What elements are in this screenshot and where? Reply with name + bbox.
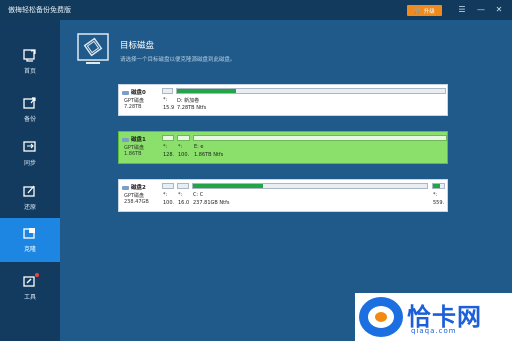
disk-size: 238.47GB [124, 199, 149, 205]
partition[interactable]: *: 128. [162, 134, 174, 161]
logo-dot [375, 312, 387, 322]
partition-detail: 128. [163, 152, 175, 158]
page-subtitle: 请选择一个目标磁盘以便克隆源磁盘到此磁盘。 [120, 57, 236, 63]
clone-icon [23, 228, 35, 239]
partition-detail: 559. [433, 200, 445, 206]
partition[interactable]: C: C 237.81GB Ntfs [192, 182, 428, 209]
disk-type: GPT磁盘 [124, 193, 144, 199]
usage-bar [176, 88, 446, 94]
disk-size: 7.28TB [124, 104, 142, 110]
partition-label: *: [163, 97, 168, 103]
disk-card-0[interactable]: 磁盘0 GPT磁盘 7.28TB *: 15.9 D: 新加卷 7.28TB N… [118, 84, 448, 116]
partition-detail: 237.81GB Ntfs [193, 200, 230, 206]
sidebar-item-backup[interactable]: 备份 [0, 88, 60, 132]
restore-icon [23, 185, 35, 197]
disk-icon [122, 137, 129, 142]
partition[interactable]: E: e 1.86TB Ntfs [193, 134, 447, 161]
partition-label: *: [163, 144, 168, 150]
backup-icon [23, 97, 36, 109]
cart-icon: 🛒 [414, 6, 422, 14]
partition-label: *: [163, 192, 168, 198]
partition-label: *: [433, 192, 438, 198]
minimize-icon[interactable]: — [475, 4, 487, 16]
close-icon[interactable]: ✕ [493, 4, 505, 16]
usage-bar [162, 183, 174, 189]
partition-label: C: C [193, 192, 204, 198]
disk-type: GPT磁盘 [124, 145, 144, 151]
target-disk-icon [77, 33, 109, 64]
menu-icon[interactable]: ☰ [456, 4, 468, 16]
disk-size: 1.86TB [124, 151, 142, 157]
partition[interactable]: *: 100. [162, 182, 174, 209]
usage-bar [432, 183, 445, 189]
partition-detail: 16.0 [178, 200, 190, 206]
disk-icon [122, 185, 129, 190]
watermark-url: qiaqa.com [411, 327, 457, 335]
partition-detail: 100. [163, 200, 175, 206]
partition-detail: 100. [178, 152, 190, 158]
sidebar-item-tools[interactable]: 工具 [0, 266, 60, 310]
app-title: 傲梅轻松备份免费版 [8, 6, 71, 14]
partition[interactable]: *: 100. [177, 134, 190, 161]
home-icon [23, 49, 36, 62]
upgrade-label: 升级 [423, 8, 435, 15]
partition[interactable]: D: 新加卷 7.28TB Ntfs [176, 87, 461, 114]
usage-bar [193, 135, 447, 141]
disk-icon [122, 90, 129, 95]
disk-info: 磁盘2 GPT磁盘 238.47GB [122, 182, 160, 209]
sidebar-item-clone[interactable]: 克隆 [0, 218, 60, 262]
usage-bar [177, 183, 189, 189]
disk-name: 磁盘2 [122, 183, 146, 191]
title-bar: 傲梅轻松备份免费版 🛒 升级 ☰ — ✕ [0, 0, 512, 20]
disk-info: 磁盘1 GPT磁盘 1.86TB [122, 134, 160, 161]
sidebar-item-label: 备份 [23, 116, 36, 123]
disk-card-2[interactable]: 磁盘2 GPT磁盘 238.47GB *: 100. *: 16.0 C: C … [118, 179, 448, 212]
partition[interactable]: *: 559. [432, 182, 445, 209]
sidebar-item-label: 首页 [23, 68, 36, 75]
upgrade-button[interactable]: 🛒 升级 [407, 5, 442, 16]
usage-bar [192, 183, 428, 189]
sidebar-item-label: 同步 [23, 160, 36, 167]
disk-info: 磁盘0 GPT磁盘 7.28TB [122, 87, 160, 114]
usage-bar [162, 135, 174, 141]
sidebar: 首页 备份 同步 还原 克隆 工具 [0, 20, 60, 341]
disk-name: 磁盘1 [122, 135, 146, 143]
partition-detail: 15.9 [163, 105, 175, 111]
disk-type: GPT磁盘 [124, 98, 144, 104]
partition-detail: 7.28TB Ntfs [177, 105, 207, 111]
notification-dot [35, 273, 39, 277]
partition[interactable]: *: 15.9 [162, 87, 175, 114]
sidebar-item-home[interactable]: 首页 [0, 40, 60, 84]
page-title: 目标磁盘 [120, 41, 155, 51]
sync-icon [23, 141, 36, 152]
usage-bar [162, 88, 173, 94]
sidebar-item-label: 工具 [23, 294, 36, 301]
usage-bar [177, 135, 190, 141]
disk-name: 磁盘0 [122, 88, 146, 96]
partition-label: *: [178, 192, 183, 198]
sidebar-item-label: 克隆 [23, 246, 36, 253]
sidebar-item-label: 还原 [23, 204, 36, 211]
watermark-logo: 恰卡网 qiaqa.com [355, 293, 512, 341]
tools-icon [23, 276, 35, 287]
partition-label: E: e [194, 144, 204, 150]
sidebar-item-restore[interactable]: 还原 [0, 176, 60, 220]
partition-detail: 1.86TB Ntfs [194, 152, 224, 158]
partition-label: *: [178, 144, 183, 150]
sidebar-item-sync[interactable]: 同步 [0, 132, 60, 176]
partition[interactable]: *: 16.0 [177, 182, 189, 209]
partition-label: D: 新加卷 [177, 98, 200, 104]
disk-card-1[interactable]: 磁盘1 GPT磁盘 1.86TB *: 128. *: 100. E: e 1.… [118, 131, 448, 164]
